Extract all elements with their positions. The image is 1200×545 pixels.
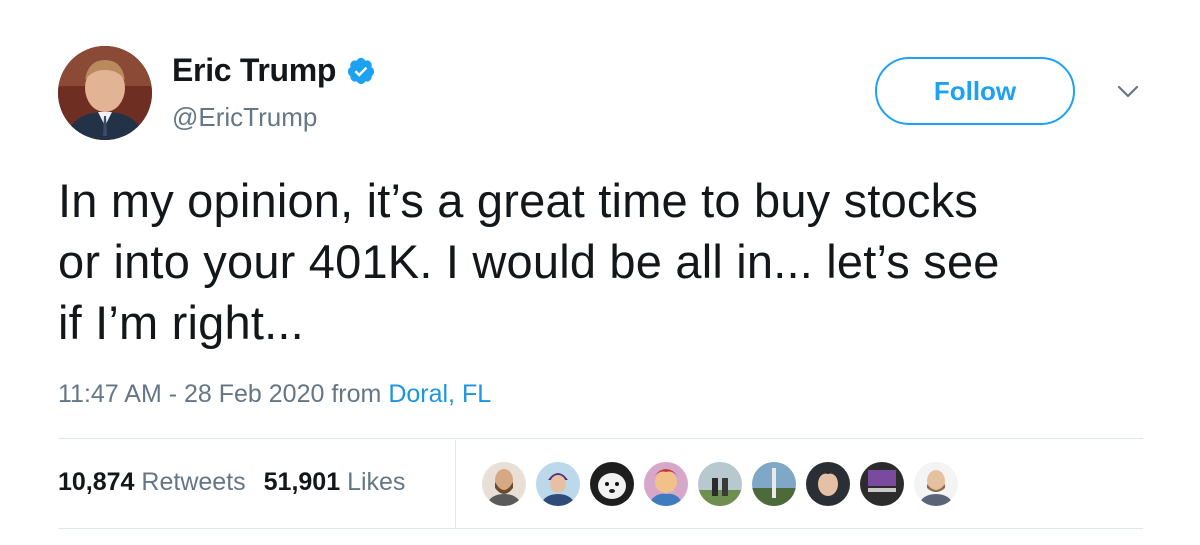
likes-label: Likes — [347, 468, 406, 496]
from-label: from — [331, 380, 382, 408]
liker-avatar[interactable] — [804, 460, 852, 508]
follow-button[interactable]: Follow — [875, 57, 1075, 125]
chevron-down-icon[interactable] — [1112, 80, 1144, 104]
retweets-count: 10,874 — [58, 468, 135, 496]
author-avatar[interactable] — [58, 46, 152, 140]
liker-avatar[interactable] — [534, 460, 582, 508]
likes-stat[interactable]: 51,901 Likes — [264, 468, 406, 496]
liker-avatar[interactable] — [858, 460, 906, 508]
liker-avatar[interactable] — [588, 460, 636, 508]
divider — [58, 438, 1143, 439]
tweet-text: In my opinion, it’s a great time to buy … — [58, 170, 1168, 353]
likers-avatars — [480, 460, 960, 508]
avatar-photo — [58, 46, 152, 140]
liker-avatar[interactable] — [480, 460, 528, 508]
retweets-label: Retweets — [141, 468, 246, 496]
verified-badge-icon — [346, 56, 376, 86]
meta-separator: - — [161, 380, 184, 408]
retweets-stat[interactable]: 10,874 Retweets — [58, 468, 246, 496]
tweet-metadata: 11:47 AM - 28 Feb 2020 from Doral, FL — [58, 380, 491, 409]
tweet-card: Eric Trump @EricTrump Follow In my opini… — [0, 0, 1200, 545]
tweet-stats: 10,874 Retweets 51,901 Likes — [58, 468, 405, 497]
author-name-row: Eric Trump — [172, 52, 376, 89]
tweet-text-line: if I’m right... — [58, 296, 304, 349]
author-display-name[interactable]: Eric Trump — [172, 52, 336, 89]
stats-separator — [455, 440, 456, 528]
author-handle[interactable]: @EricTrump — [172, 102, 317, 133]
divider — [58, 528, 1143, 529]
liker-avatar[interactable] — [912, 460, 960, 508]
tweet-location-link[interactable]: Doral, FL — [388, 380, 491, 408]
liker-avatar[interactable] — [696, 460, 744, 508]
likes-count: 51,901 — [263, 468, 341, 496]
tweet-date[interactable]: 28 Feb 2020 — [184, 380, 324, 408]
tweet-text-line: In my opinion, it’s a great time to buy … — [58, 174, 979, 227]
tweet-text-line: or into your 401K. I would be all in... … — [58, 235, 1000, 288]
tweet-time[interactable]: 11:47 AM — [58, 380, 162, 408]
liker-avatar[interactable] — [642, 460, 690, 508]
liker-avatar[interactable] — [750, 460, 798, 508]
